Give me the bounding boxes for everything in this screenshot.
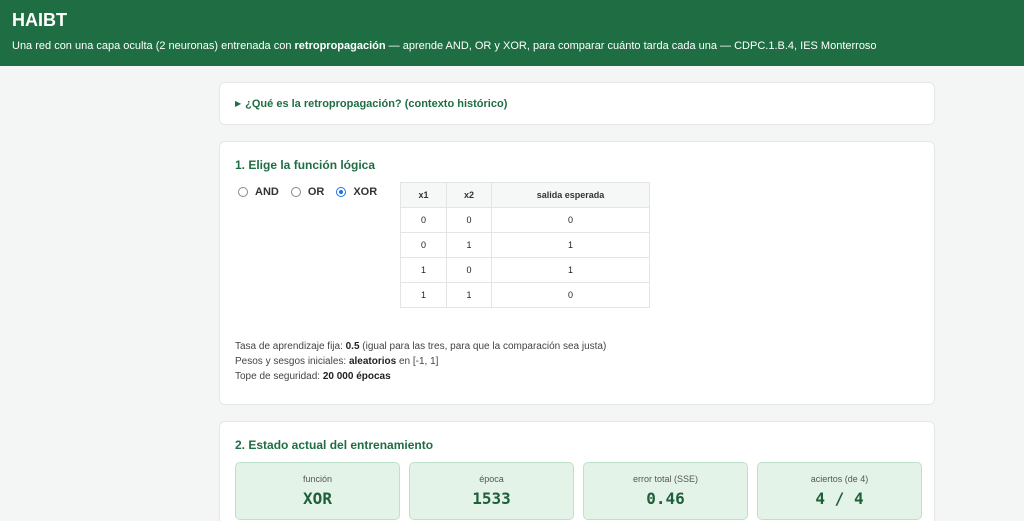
table-row: 0 1 1 [400, 232, 650, 258]
table-cell: 1 [400, 282, 447, 308]
radio-selected-icon[interactable] [336, 187, 347, 197]
table-row: 1 0 1 [400, 257, 650, 283]
weights-value: aleatorios [348, 356, 397, 367]
subtitle-text-end: — aprende AND, OR y XOR, para comparar c… [385, 40, 877, 52]
learning-rate-line: Tasa de aprendizaje fija: 0.5 (igual par… [235, 339, 606, 354]
radio-or-label: OR [307, 186, 325, 198]
learning-rate-value: 0.5 [345, 341, 360, 352]
stat-function: función XOR [235, 462, 400, 520]
radio-or[interactable]: OR [290, 186, 325, 198]
table-cell: 1 [400, 257, 447, 283]
table-cell: 0 [491, 207, 650, 233]
weights-line: Pesos y sesgos iniciales: aleatorios en … [235, 354, 606, 369]
stat-label: error total (SSE) [632, 474, 699, 484]
stat-hits: aciertos (de 4) 4 / 4 [757, 462, 922, 520]
table-header-row: x1 x2 salida esperada [400, 182, 650, 208]
radio-and[interactable]: AND [238, 186, 279, 198]
stat-value: XOR [303, 489, 332, 508]
radio-xor-label: XOR [353, 186, 378, 198]
stat-value: 1533 [472, 489, 511, 508]
app-title: HAIBT [12, 10, 67, 30]
table-cell: 0 [446, 207, 492, 233]
section2-title: 2. Estado actual del entrenamiento [235, 438, 434, 452]
stats-row: función XOR época 1533 error total (SSE)… [235, 462, 922, 520]
radio-and-label: AND [255, 186, 279, 198]
subtitle-text-start: Una red con una capa oculta (2 neuronas)… [12, 40, 295, 52]
app-subtitle: Una red con una capa oculta (2 neuronas)… [12, 39, 1012, 53]
radio-button-icon[interactable] [238, 187, 248, 197]
table-cell: 1 [491, 232, 650, 258]
section1-title: 1. Elige la función lógica [235, 158, 376, 172]
function-select-card: 1. Elige la función lógica AND OR XOR x1… [219, 141, 935, 405]
stat-value: 4 / 4 [815, 489, 864, 508]
stat-error: error total (SSE) 0.46 [583, 462, 748, 520]
stat-value: 0.46 [646, 489, 685, 508]
learning-rate-label: Tasa de aprendizaje fija: [235, 341, 346, 352]
table-row: 1 1 0 [400, 282, 650, 308]
context-card: ▶ ¿Qué es la retropropagación? (contexto … [219, 82, 935, 125]
training-status-card: 2. Estado actual del entrenamiento funci… [219, 421, 935, 521]
table-cell: 1 [446, 232, 492, 258]
function-radio-group: AND OR XOR [238, 186, 389, 198]
table-cell: 0 [400, 207, 447, 233]
radio-button-icon[interactable] [290, 187, 301, 197]
weights-note: en [-1, 1] [396, 356, 439, 367]
table-cell: 0 [446, 257, 492, 283]
learning-rate-note: (igual para las tres, para que la compar… [359, 341, 607, 352]
column-header-expected: salida esperada [491, 182, 650, 208]
subtitle-bold: retropropagación [294, 40, 386, 52]
stat-label: aciertos (de 4) [810, 474, 869, 484]
stat-label: época [479, 474, 504, 484]
column-header-x2: x2 [446, 182, 492, 208]
stat-epoch: época 1533 [409, 462, 574, 520]
table-cell: 0 [400, 232, 447, 258]
context-summary-label: ¿Qué es la retropropagación? (contexto h… [245, 98, 508, 110]
weights-label: Pesos y sesgos iniciales: [235, 356, 349, 367]
training-params: Tasa de aprendizaje fija: 0.5 (igual par… [235, 339, 606, 384]
table-cell: 0 [491, 282, 650, 308]
column-header-x1: x1 [400, 182, 447, 208]
table-cell: 1 [446, 282, 492, 308]
table-row: 0 0 0 [400, 207, 650, 233]
app-header: HAIBT Una red con una capa oculta (2 neu… [0, 0, 1024, 66]
radio-xor[interactable]: XOR [336, 186, 377, 198]
truth-table: x1 x2 salida esperada 0 0 0 0 1 1 1 0 1 [400, 182, 650, 308]
epoch-cap-line: Tope de seguridad: 20 000 épocas [235, 369, 606, 384]
disclosure-triangle-icon: ▶ [235, 99, 242, 108]
epoch-cap-label: Tope de seguridad: [235, 371, 323, 382]
context-disclosure[interactable]: ▶ ¿Qué es la retropropagación? (contexto … [235, 98, 507, 110]
epoch-cap-value: 20 000 épocas [322, 371, 391, 382]
table-cell: 1 [491, 257, 650, 283]
stat-label: función [302, 474, 333, 484]
